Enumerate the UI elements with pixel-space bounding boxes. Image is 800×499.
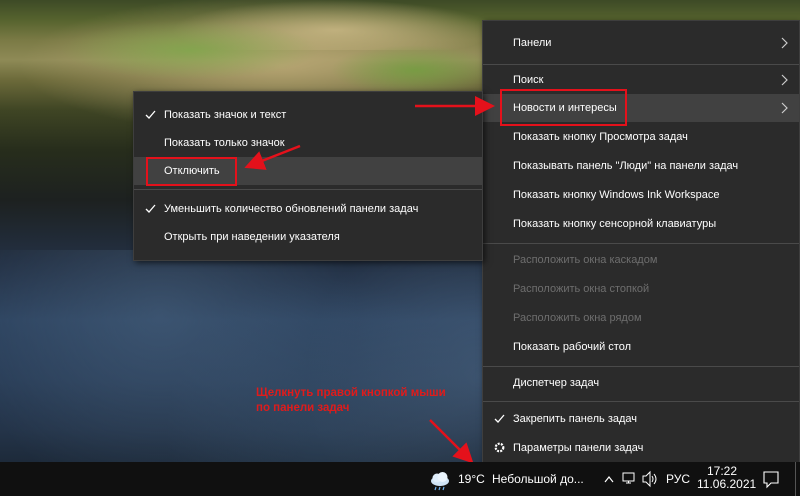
language-indicator[interactable]: РУС [666, 462, 690, 496]
clock[interactable]: 17:22 11.06.2021 [697, 465, 757, 499]
taskbar[interactable]: 19°C Небольшой до... РУС 17:22 11.06.202… [0, 462, 800, 496]
chevron-up-icon[interactable] [604, 462, 614, 496]
clock-date: 11.06.2021 [697, 477, 757, 491]
weather-description[interactable]: Небольшой до... [492, 462, 587, 496]
annotation-text: Щелкнуть правой кнопкой мыши по панели з… [256, 386, 476, 416]
annotation-line-2: по панели задач [256, 402, 350, 414]
annotation-arrows [244, 96, 495, 464]
show-desktop-button[interactable] [795, 462, 796, 496]
cloud-icon[interactable] [429, 462, 451, 496]
arrow-to-taskbar [429, 419, 474, 464]
annotation-line-1: Щелкнуть правой кнопкой мыши [256, 387, 446, 399]
arrow-to-disable [244, 144, 301, 170]
notification-icon[interactable] [762, 462, 780, 496]
weather-temperature[interactable]: 19°C [458, 462, 485, 496]
volume-icon[interactable] [642, 462, 660, 496]
network-icon[interactable] [622, 462, 636, 496]
